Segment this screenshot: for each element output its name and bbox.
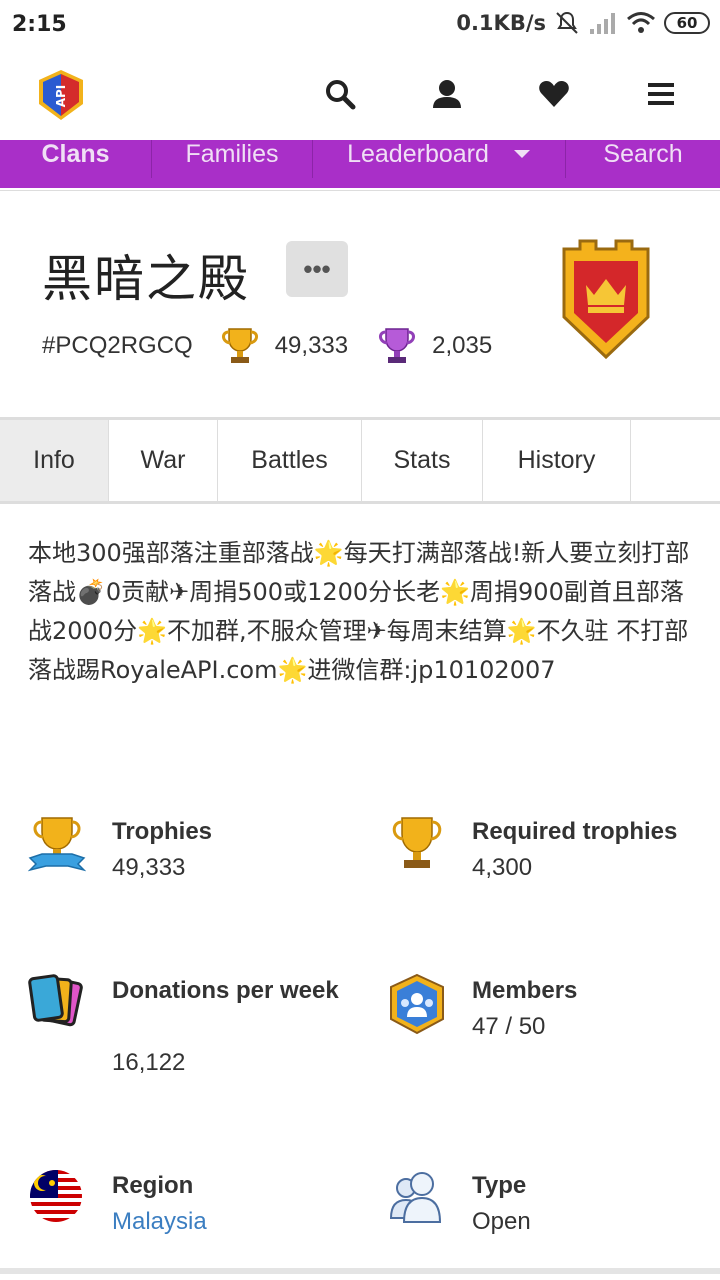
stat-region-label: Region (112, 1172, 194, 1199)
members-icon (390, 973, 444, 1035)
nav-clans[interactable]: Clans (0, 140, 152, 178)
trophy-icon (221, 328, 258, 363)
search-icon[interactable] (324, 78, 356, 110)
bottom-divider (0, 1268, 720, 1274)
clan-stat-line: #PCQ2RGCQ 49,333 2,035 (42, 325, 520, 367)
nav-clans-label: Clans (41, 140, 110, 168)
tab-stats-label: Stats (393, 446, 451, 474)
royaleapi-logo[interactable]: API (36, 68, 86, 122)
battery-indicator: 60 (664, 12, 710, 34)
tab-war-label: War (140, 446, 186, 474)
status-right: 0.1KB/s 60 (456, 10, 710, 36)
stat-required-value: 4,300 (472, 854, 533, 881)
more-options-button[interactable]: ••• (286, 241, 348, 297)
nav-search[interactable]: Search (566, 140, 720, 178)
mute-icon (556, 11, 578, 34)
clan-tabs: Info War Battles Stats History (0, 420, 720, 504)
clan-description: 本地300强部落注重部落战🌟每天打满部落战!新人要立刻打部落战💣0贡献✈周捐50… (28, 539, 690, 684)
clan-name: 黑暗之殿 (42, 250, 250, 308)
clan-header: 黑暗之殿 ••• #PCQ2RGCQ 49,333 2,035 (0, 190, 720, 420)
section-nav: Clans Families Leaderboard Search (0, 140, 720, 188)
tab-battles[interactable]: Battles (218, 420, 362, 501)
tab-info-label: Info (33, 446, 75, 474)
tab-history-label: History (517, 446, 596, 474)
clan-badge-icon (562, 239, 650, 360)
malaysia-flag-icon (30, 1170, 82, 1222)
stat-trophies-value: 49,333 (112, 854, 186, 881)
stat-members-value: 47 / 50 (472, 1013, 546, 1040)
status-time: 2:15 (12, 12, 67, 37)
heart-icon[interactable] (538, 78, 570, 110)
region-link[interactable]: Malaysia (112, 1204, 207, 1240)
tab-history[interactable]: History (483, 420, 631, 501)
tab-battles-label: Battles (251, 446, 328, 474)
stat-donations-label: Donations per week (112, 977, 339, 1004)
network-speed: 0.1KB/s (456, 11, 546, 35)
nav-families[interactable]: Families (152, 140, 313, 178)
nav-leaderboard-label: Leaderboard (347, 140, 489, 168)
status-bar: 2:15 0.1KB/s 60 (0, 0, 720, 52)
stat-type-value: Open (472, 1208, 531, 1235)
wifi-icon (627, 12, 655, 33)
stat-trophies-label: Trophies (112, 818, 213, 845)
nav-families-label: Families (185, 140, 279, 168)
nav-leaderboard[interactable]: Leaderboard (313, 140, 566, 178)
clan-tag: #PCQ2RGCQ (42, 332, 193, 359)
caret-down-icon (513, 150, 530, 158)
nav-search-label: Search (603, 140, 683, 168)
trophy-icon (392, 817, 442, 868)
app-header: API (0, 52, 720, 140)
hamburger-menu-icon[interactable] (645, 78, 677, 110)
stat-members-label: Members (472, 977, 578, 1004)
cards-icon (28, 974, 83, 1027)
stat-donations-value: 16,122 (112, 1049, 186, 1076)
signal-icon (590, 13, 615, 34)
people-icon (389, 1172, 442, 1223)
stat-type-label: Type (472, 1172, 527, 1199)
tab-info[interactable]: Info (0, 420, 109, 501)
trophy-ribbon-icon (28, 817, 86, 872)
user-icon[interactable] (431, 78, 463, 110)
svg-text:API: API (54, 85, 68, 108)
war-trophy-icon (379, 328, 416, 363)
tab-war[interactable]: War (109, 420, 218, 501)
clan-trophies: 49,333 (274, 332, 349, 359)
clan-war-trophies: 2,035 (432, 332, 493, 359)
stat-required-label: Required trophies (472, 818, 678, 845)
tab-stats[interactable]: Stats (362, 420, 483, 501)
